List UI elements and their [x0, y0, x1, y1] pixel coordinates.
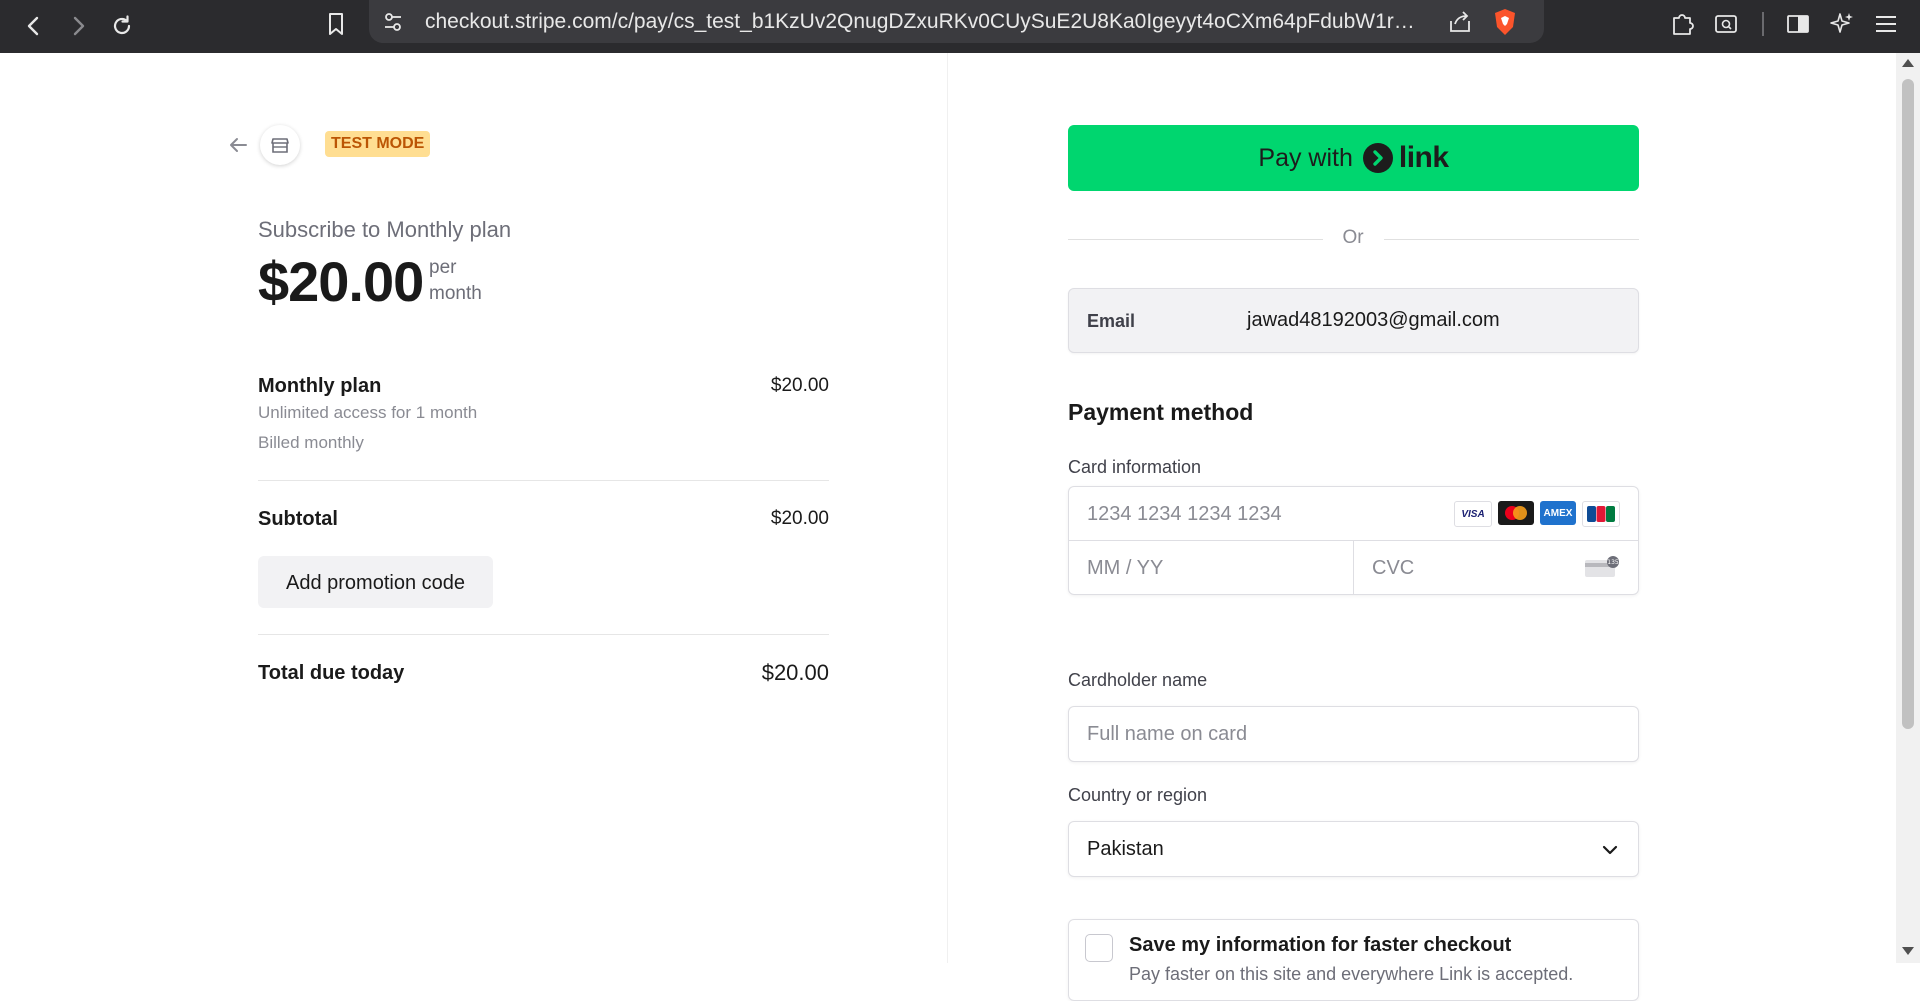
- email-label: Email: [1087, 311, 1136, 331]
- back-arrow-icon[interactable]: [226, 133, 250, 157]
- subtotal-label: Subtotal: [258, 508, 338, 530]
- reload-button[interactable]: [102, 6, 142, 46]
- store-avatar[interactable]: [260, 125, 300, 165]
- site-settings-icon[interactable]: [381, 10, 405, 34]
- scrollbar-thumb[interactable]: [1902, 79, 1914, 729]
- add-promotion-code-button[interactable]: Add promotion code: [258, 556, 493, 608]
- url-text[interactable]: checkout.stripe.com/c/pay/cs_test_b1KzUv…: [425, 10, 1425, 34]
- order-summary-panel: TEST MODE Subscribe to Monthly plan $20.…: [0, 53, 947, 963]
- link-button-prefix: Pay with: [1258, 143, 1353, 172]
- brave-shield-icon[interactable]: [1491, 7, 1519, 37]
- mastercard-icon: [1498, 501, 1534, 525]
- total-label: Total due today: [258, 662, 405, 684]
- save-info-checkbox[interactable]: [1085, 934, 1113, 962]
- amex-icon: AMEX: [1540, 501, 1576, 525]
- payment-method-title: Payment method: [1068, 399, 1254, 425]
- cardholder-name-input[interactable]: Full name on card: [1068, 706, 1639, 762]
- link-logo-icon: [1362, 143, 1393, 173]
- reload-icon: [113, 15, 131, 35]
- divider: [258, 634, 829, 635]
- scroll-up-arrow[interactable]: [1902, 59, 1914, 67]
- expiry-input[interactable]: MM / YY: [1069, 541, 1354, 594]
- chevron-right-icon: [73, 16, 85, 36]
- expiry-placeholder: MM / YY: [1087, 557, 1164, 579]
- payment-panel: Pay with link Or Email jawad48192003@gma…: [948, 53, 1896, 1001]
- extensions-icon[interactable]: [1666, 8, 1698, 40]
- wallet-icon[interactable]: [1710, 8, 1742, 40]
- subscribe-title: Subscribe to Monthly plan: [258, 217, 512, 242]
- jcb-icon: [1582, 501, 1620, 527]
- cardholder-placeholder: Full name on card: [1087, 723, 1248, 745]
- card-number-input[interactable]: 1234 1234 1234 1234: [1087, 503, 1387, 526]
- or-text: Or: [1342, 227, 1364, 248]
- card-information-label: Card information: [1068, 457, 1202, 477]
- line-item-description: Unlimited access for 1 month: [258, 403, 478, 422]
- svg-text:135: 135: [1607, 559, 1619, 566]
- cardholder-name-label: Cardholder name: [1068, 670, 1208, 690]
- card-information-group: 1234 1234 1234 1234 VISA AMEX MM / YY CV…: [1068, 486, 1639, 595]
- email-field[interactable]: Email jawad48192003@gmail.com: [1068, 288, 1639, 353]
- pay-with-link-button[interactable]: Pay with link: [1068, 125, 1639, 191]
- line-item-price: $20.00: [770, 375, 829, 396]
- card-number-row[interactable]: 1234 1234 1234 1234 VISA AMEX: [1069, 487, 1638, 541]
- line-item-billing: Billed monthly: [258, 433, 364, 452]
- save-info-box: Save my information for faster checkout …: [1068, 919, 1639, 1001]
- sidebar-icon[interactable]: [1782, 8, 1814, 40]
- link-button-word: link: [1398, 141, 1449, 174]
- menu-icon[interactable]: [1870, 8, 1902, 40]
- address-bar[interactable]: checkout.stripe.com/c/pay/cs_test_b1KzUv…: [369, 0, 1544, 43]
- visa-icon: VISA: [1454, 501, 1492, 527]
- chevron-down-icon: [1602, 845, 1618, 855]
- toolbar-separator: [1762, 12, 1764, 36]
- browser-toolbar: checkout.stripe.com/c/pay/cs_test_b1KzUv…: [0, 0, 1920, 53]
- test-mode-badge: TEST MODE: [325, 131, 431, 157]
- country-select[interactable]: Pakistan: [1068, 821, 1639, 877]
- back-button[interactable]: [14, 6, 54, 46]
- email-value: jawad48192003@gmail.com: [1247, 309, 1500, 331]
- subtotal-value: $20.00: [770, 508, 829, 529]
- bookmark-icon[interactable]: [320, 8, 352, 40]
- divider: [258, 480, 829, 481]
- country-label: Country or region: [1068, 785, 1208, 805]
- or-divider-left: [1068, 239, 1323, 240]
- plan-price: $20.00: [258, 250, 424, 313]
- forward-button[interactable]: [58, 6, 98, 46]
- save-info-description: Pay faster on this site and everywhere L…: [1129, 964, 1574, 984]
- or-divider-right: [1384, 239, 1639, 240]
- line-item-name: Monthly plan: [258, 375, 382, 397]
- leo-ai-icon[interactable]: [1826, 8, 1858, 40]
- cvc-placeholder: CVC: [1372, 557, 1415, 579]
- share-icon[interactable]: [1447, 9, 1473, 35]
- store-icon: [271, 138, 289, 153]
- total-value: $20.00: [761, 660, 829, 685]
- country-value: Pakistan: [1087, 838, 1164, 860]
- checkout-page: TEST MODE Subscribe to Monthly plan $20.…: [0, 53, 1896, 1001]
- chevron-left-icon: [27, 16, 39, 36]
- cvc-input[interactable]: CVC 135: [1354, 541, 1638, 594]
- plan-period: per month: [429, 257, 482, 304]
- page-scrollbar[interactable]: [1896, 53, 1920, 963]
- save-info-title: Save my information for faster checkout: [1129, 934, 1512, 956]
- scroll-down-arrow[interactable]: [1902, 947, 1914, 955]
- card-brands: VISA AMEX: [1454, 501, 1620, 527]
- cvc-card-icon: 135: [1585, 556, 1619, 577]
